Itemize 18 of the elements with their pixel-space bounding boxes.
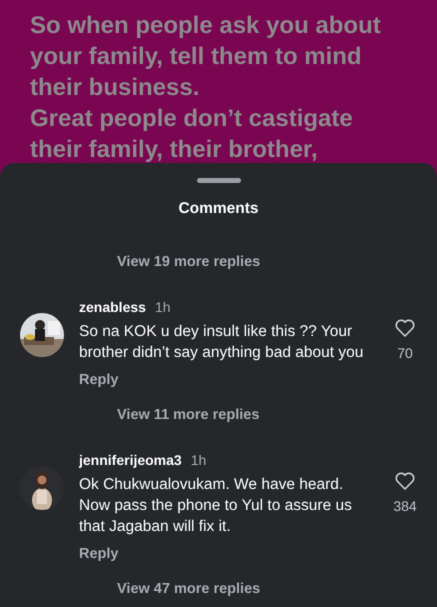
heart-icon[interactable]: [395, 319, 415, 338]
sheet-title: Comments: [177, 199, 260, 219]
story-text: So when people ask you about your family, tell them to mind their business. Great people don’t castigate their family, their brother,: [30, 11, 382, 165]
like-count: 70: [397, 344, 413, 364]
timestamp: 1h: [190, 451, 206, 470]
view-replies-link[interactable]: View 11 more replies: [117, 405, 260, 427]
drag-handle[interactable]: [196, 178, 240, 183]
username[interactable]: zenabless: [79, 297, 146, 318]
comment-text: So na KOK u dey insult like this ?? Your brother didn’t say anything bad about you: [79, 322, 364, 364]
timestamp: 1h: [154, 298, 171, 318]
reply-link[interactable]: Reply: [79, 544, 118, 566]
comment-text: Ok Chukwualovukam. We have heard. Now pass the phone to Yul to assure us that Jagaban will fix it.: [79, 475, 353, 537]
view-replies-link[interactable]: View 19 more replies: [117, 252, 260, 274]
reply-link[interactable]: Reply: [79, 370, 118, 392]
view-replies-link[interactable]: View 47 more replies: [117, 578, 260, 601]
heart-icon[interactable]: [395, 472, 415, 490]
like-count: 384: [393, 497, 417, 516]
username[interactable]: jenniferijeoma3: [79, 450, 182, 471]
